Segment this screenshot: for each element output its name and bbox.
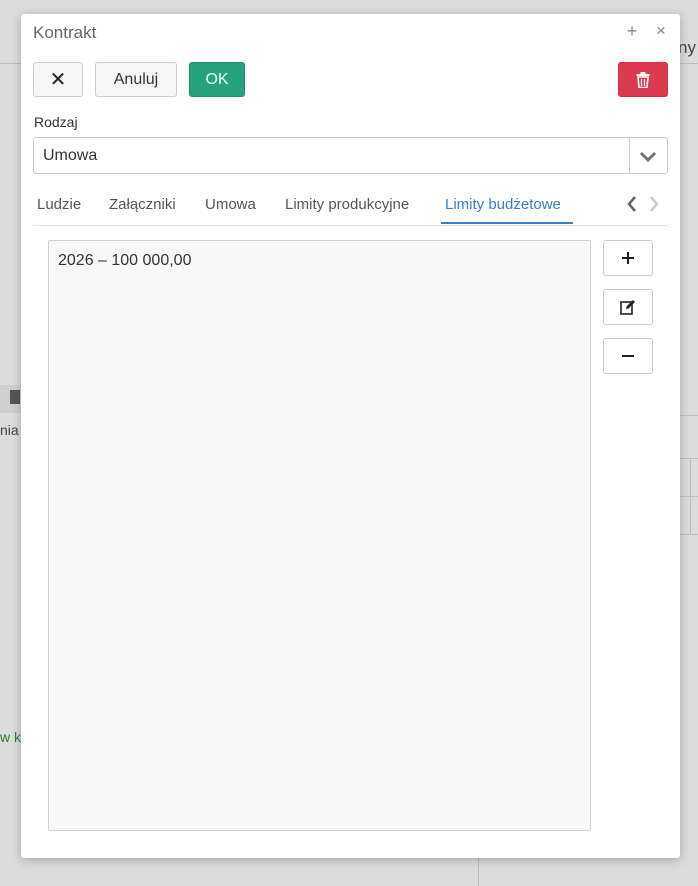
type-select-value: Umowa bbox=[43, 147, 98, 164]
bg-text-ny: ny bbox=[678, 38, 696, 57]
tab-limity-produkcyjne[interactable]: Limity produkcyjne bbox=[285, 196, 409, 213]
add-window-icon[interactable]: + bbox=[623, 21, 641, 41]
edit-limit-button[interactable] bbox=[603, 289, 653, 325]
tab-limity-budzetowe[interactable]: Limity budżetowe bbox=[445, 196, 561, 213]
contract-dialog: Kontrakt + × ✕ Anuluj OK Rodzaj Umowa Lu… bbox=[21, 14, 680, 858]
bg-divider-right bbox=[680, 415, 698, 416]
delete-button[interactable] bbox=[618, 62, 668, 97]
close-dialog-icon[interactable]: × bbox=[652, 21, 670, 41]
minus-icon bbox=[622, 355, 634, 357]
tab-ludzie[interactable]: Ludzie bbox=[37, 196, 81, 213]
budget-limits-list[interactable]: 2026 – 100 000,00 bbox=[48, 240, 591, 831]
close-button[interactable]: ✕ bbox=[33, 62, 83, 97]
add-limit-button[interactable] bbox=[603, 240, 653, 276]
type-select[interactable]: Umowa bbox=[33, 137, 668, 174]
bg-divider-right-2 bbox=[680, 458, 698, 459]
active-tab-indicator bbox=[441, 222, 573, 224]
chevron-right-icon[interactable] bbox=[647, 194, 661, 214]
select-separator bbox=[629, 138, 630, 173]
bg-vline-bottom bbox=[478, 858, 479, 886]
bg-vline-right bbox=[690, 460, 691, 535]
bg-file-icon bbox=[10, 390, 20, 404]
plus-icon bbox=[622, 252, 634, 264]
tab-umowa[interactable]: Umowa bbox=[205, 196, 256, 213]
chevron-left-icon[interactable] bbox=[625, 194, 639, 214]
edit-icon bbox=[620, 300, 635, 315]
cancel-button[interactable]: Anuluj bbox=[95, 62, 177, 97]
ok-button[interactable]: OK bbox=[189, 62, 245, 97]
bg-divider-right-3 bbox=[680, 496, 698, 497]
list-item[interactable]: 2026 – 100 000,00 bbox=[58, 252, 191, 270]
type-label: Rodzaj bbox=[34, 114, 78, 130]
bg-text-nia: nia bbox=[0, 422, 19, 438]
trash-icon bbox=[636, 71, 650, 88]
chevron-down-icon bbox=[639, 151, 657, 163]
dialog-title: Kontrakt bbox=[33, 23, 97, 42]
tab-bar: Ludzie Załączniki Umowa Limity produkcyj… bbox=[33, 190, 668, 226]
remove-limit-button[interactable] bbox=[603, 338, 653, 374]
bg-divider-right-4 bbox=[680, 534, 698, 535]
tab-zalaczniki[interactable]: Załączniki bbox=[109, 196, 176, 213]
